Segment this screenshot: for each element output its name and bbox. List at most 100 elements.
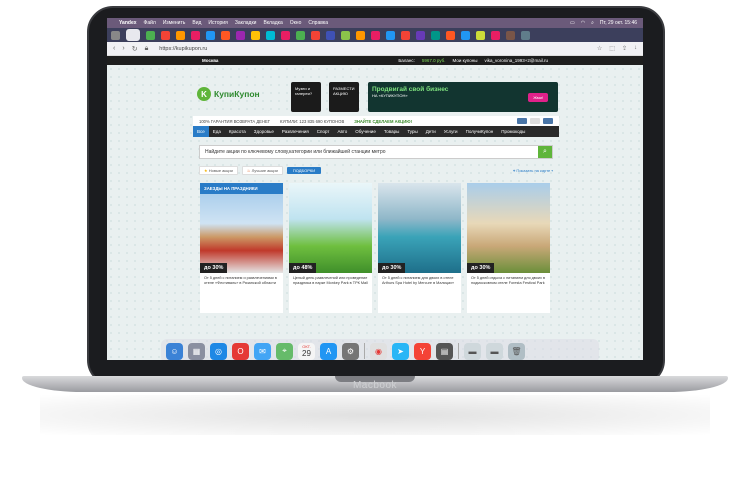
category-sport[interactable]: Спорт [313,126,334,137]
tab-favicon[interactable] [401,30,410,40]
category-services[interactable]: Услуги [440,126,462,137]
calendar-icon[interactable]: ОКТ. 29 [298,342,315,360]
menu-file[interactable]: Файл [144,20,156,26]
maps-icon[interactable]: ⌖ [276,342,293,360]
make-deal-link[interactable]: ЗНАЙТЕ СДЕЛАЕМ АКЦИЮ! [354,119,412,124]
tab-favicon[interactable] [521,30,530,40]
tab-favicon[interactable] [311,30,320,40]
deal-card[interactable]: ЗАЕЗДЫ НА ПРАЗДНИКИ до 30% От 5 дней с п… [200,183,283,313]
category-tours[interactable]: Туры [403,126,421,137]
clock[interactable]: Пт, 29 окт. 15:46 [600,20,637,26]
opera-icon[interactable]: O [232,342,249,360]
tab-favicon[interactable] [416,30,425,40]
tab-favicon[interactable] [161,30,170,40]
promo-business-button[interactable]: Жми! [528,93,548,102]
tab-favicon[interactable] [461,30,470,40]
filter-picks[interactable]: ПОДБОРКИ [286,167,322,174]
ok-icon[interactable] [530,118,540,124]
tab-active[interactable] [126,29,140,41]
forward-icon[interactable]: › [122,45,124,52]
app-store-icon[interactable]: A [320,342,337,360]
tab-favicon[interactable] [446,30,455,40]
tab-favicon[interactable] [251,30,260,40]
tab-favicon[interactable] [371,30,380,40]
tab-favicon[interactable] [386,30,395,40]
category-promocodes[interactable]: Промокоды [497,126,529,137]
telegram-icon[interactable]: ➤ [392,342,409,360]
chrome-icon[interactable]: ◉ [370,342,387,360]
tab-favicon[interactable] [221,30,230,40]
category-auto[interactable]: Авто [333,126,351,137]
my-coupons-link[interactable]: Мои купоны [453,58,478,63]
category-getcoupon[interactable]: ПолучиКупон [462,126,498,137]
share-icon[interactable]: ⇪ [622,45,627,52]
tab-favicon[interactable] [236,30,245,40]
trash-icon[interactable]: 🗑︎ [508,342,525,360]
deal-card[interactable]: до 30% От 5 дней с питанием для двоих в … [378,183,461,313]
tab-favicon[interactable] [431,30,440,40]
yandex-icon[interactable]: Y [414,342,431,360]
mail-icon[interactable]: ✉ [254,342,271,360]
tab-favicon[interactable] [111,30,120,40]
deal-card[interactable]: до 30% От 5 дней отдыха с питанием для д… [467,183,550,313]
category-beauty[interactable]: Красота [225,126,250,137]
tab-favicon[interactable] [491,30,500,40]
category-all[interactable]: Все [193,126,209,137]
download-icon[interactable]: ↓ [634,45,637,52]
tab-favicon[interactable] [506,30,515,40]
tab-favicon[interactable] [176,30,185,40]
site-logo[interactable]: K КупиКупон [197,87,260,101]
menu-bookmarks[interactable]: Закладки [235,20,257,26]
category-kids[interactable]: Дети [422,126,440,137]
finder-icon[interactable]: ☺ [166,342,183,360]
menu-view[interactable]: Вид [192,20,201,26]
filter-best[interactable]: ♨ Лучшие акции [241,166,283,175]
deal-card[interactable]: до 48% Целый день развлечений или провед… [289,183,372,313]
show-map-link[interactable]: ⌖ Показать на карте ▾ [513,168,553,173]
tab-favicon[interactable] [266,30,275,40]
promo-business[interactable]: Продвигай свой бизнес НА «КУПИКУПОН» Жми… [368,82,558,112]
tab-favicon[interactable] [191,30,200,40]
menu-history[interactable]: История [208,20,227,26]
folder-icon[interactable]: ▬ [464,342,481,360]
category-health[interactable]: Здоровье [250,126,278,137]
promo-museums[interactable]: Музеи и галереи? [291,82,321,112]
tab-favicon[interactable] [476,30,485,40]
calculator-icon[interactable]: ▤ [436,342,453,360]
search-button[interactable]: ⌕ [538,146,552,158]
category-education[interactable]: Обучение [351,126,380,137]
battery-icon[interactable]: ▭ [570,20,575,26]
search-input[interactable]: Найдите акции по ключевому слову,категор… [199,145,553,159]
menu-help[interactable]: Справка [308,20,328,26]
vk-icon[interactable] [517,118,527,124]
url-field[interactable]: https://kupikupon.ru [159,46,207,52]
category-goods[interactable]: Товары [380,126,403,137]
menu-window[interactable]: Окно [290,20,302,26]
menu-app[interactable]: Yandex [119,20,137,26]
extension-icon[interactable]: ⬚ [609,45,615,52]
safari-icon[interactable]: ◎ [210,342,227,360]
reload-icon[interactable]: ↻ [132,45,138,53]
user-email[interactable]: vika_voronina_1993+2@mail.ru [485,58,548,63]
launchpad-icon[interactable]: ▦ [188,342,205,360]
menu-edit[interactable]: Изменить [163,20,186,26]
city-selector[interactable]: Москва [202,58,218,63]
downloads-icon[interactable]: ▬ [486,342,503,360]
wifi-icon[interactable]: ◠ [581,20,585,26]
tab-favicon[interactable] [296,30,305,40]
filter-new[interactable]: ★ Новые акции [199,166,238,175]
back-icon[interactable]: ‹ [113,45,115,52]
bookmark-icon[interactable]: ☆ [597,45,602,52]
promo-place-deal[interactable]: РАЗМЕСТИ АКЦИЮ [329,82,359,112]
search-icon[interactable]: ⌕ [591,20,594,26]
tab-favicon[interactable] [341,30,350,40]
category-food[interactable]: Еда [209,126,225,137]
settings-icon[interactable]: ⚙ [342,342,359,360]
tab-favicon[interactable] [146,30,155,40]
category-entertainment[interactable]: Развлечения [278,126,313,137]
tab-favicon[interactable] [326,30,335,40]
fb-icon[interactable] [543,118,553,124]
tab-favicon[interactable] [356,30,365,40]
menu-tab[interactable]: Вкладка [263,20,282,26]
tab-favicon[interactable] [206,30,215,40]
